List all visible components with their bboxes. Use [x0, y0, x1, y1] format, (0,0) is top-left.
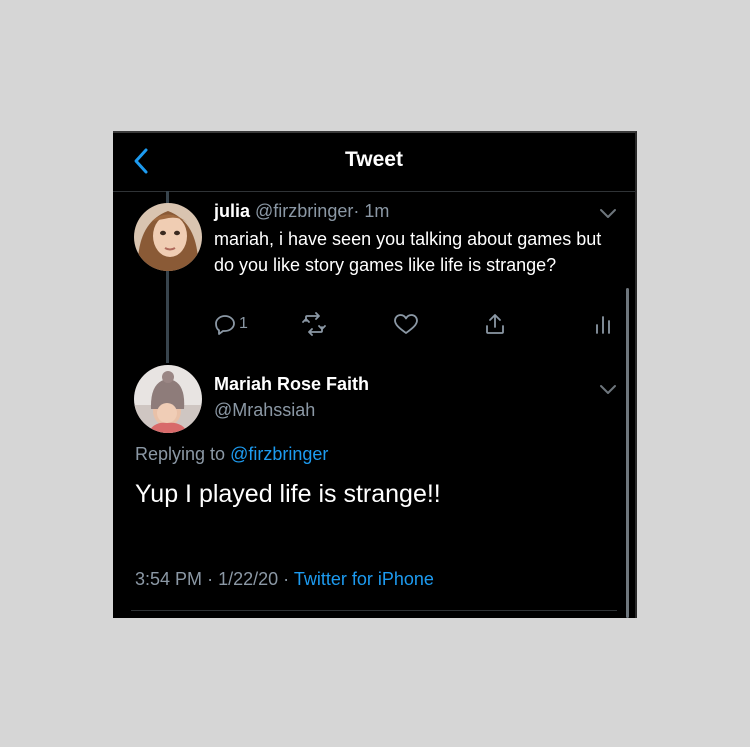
reply-count: 1: [239, 315, 248, 332]
main-author-handle[interactable]: @Mrahssiah: [214, 400, 315, 421]
avatar-mariah[interactable]: [134, 365, 202, 433]
tweet-screen: Tweet julia @firzbringer· 1m mariah, i h…: [113, 131, 637, 618]
tweet-meta: 3:54 PM · 1/22/20 · Twitter for iPhone: [135, 569, 434, 590]
retweet-icon: [302, 312, 326, 336]
reply-author-handle[interactable]: @firzbringer: [255, 201, 353, 221]
share-icon: [486, 314, 504, 334]
analytics-button[interactable]: [593, 309, 613, 339]
reply-author-name[interactable]: julia: [214, 201, 250, 221]
retweet-button[interactable]: [301, 309, 327, 339]
reply-time: 1m: [364, 201, 390, 221]
meta-dot-2: ·: [283, 569, 290, 589]
main-chevron-down-icon[interactable]: [597, 383, 619, 397]
reply-separator: ·: [353, 201, 360, 221]
main-tweet-text: Yup I played life is strange!!: [135, 480, 441, 508]
tweet-source[interactable]: Twitter for iPhone: [294, 569, 434, 589]
replying-to-line: Replying to @firzbringer: [135, 444, 328, 465]
page-title: Tweet: [345, 148, 403, 171]
replying-to-mention[interactable]: @firzbringer: [230, 444, 328, 464]
meta-dot-1: ·: [207, 569, 214, 589]
reply-button[interactable]: 1: [213, 309, 248, 339]
scrollbar[interactable]: [626, 288, 629, 618]
tweet-date: 1/22/20: [218, 569, 279, 589]
replying-to-label: Replying to: [135, 444, 226, 464]
share-button[interactable]: [483, 309, 507, 339]
reply-icon: [215, 315, 235, 335]
like-button[interactable]: [393, 309, 419, 339]
nav-bar: Tweet: [113, 133, 635, 192]
divider: [131, 610, 617, 611]
reply-chevron-down-icon[interactable]: [597, 207, 619, 221]
analytics-icon: [596, 316, 610, 334]
reply-action-bar: 1: [213, 309, 623, 339]
tweet-time: 3:54 PM: [135, 569, 203, 589]
like-icon: [394, 314, 418, 334]
reply-author-line: julia @firzbringer· 1m: [214, 201, 389, 222]
main-author-name[interactable]: Mariah Rose Faith: [214, 374, 369, 395]
avatar-julia[interactable]: [134, 203, 202, 271]
reply-tweet-text: mariah, i have seen you talking about ga…: [214, 229, 602, 275]
